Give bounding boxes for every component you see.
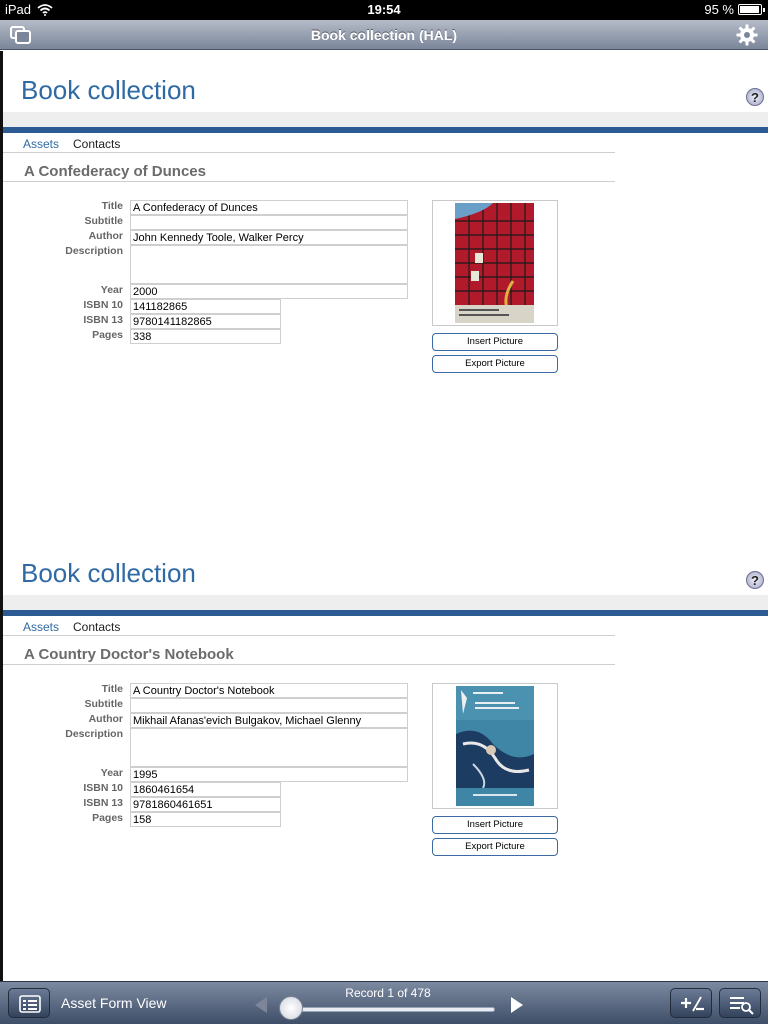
help-icon[interactable]: ? xyxy=(746,88,764,106)
record-card: Book collection ? Assets Contacts A Coun… xyxy=(3,534,768,981)
pages-label: Pages xyxy=(92,812,123,824)
title-field[interactable]: A Confederacy of Dunces xyxy=(130,200,408,215)
isbn13-field[interactable]: 9780141182865 xyxy=(130,314,281,329)
navigation-bar: Book collection (HAL) xyxy=(0,20,768,50)
title-label: Title xyxy=(101,200,123,212)
tab-contacts[interactable]: Contacts xyxy=(73,620,120,634)
tab-contacts[interactable]: Contacts xyxy=(73,137,120,151)
next-arrow-icon[interactable] xyxy=(509,996,525,1014)
isbn13-label: ISBN 13 xyxy=(83,797,123,809)
author-field[interactable]: Mikhail Afanas'evich Bulgakov, Michael G… xyxy=(130,713,408,728)
status-right: 95 % xyxy=(704,2,765,17)
asset-title: A Country Doctor's Notebook xyxy=(24,646,234,663)
subtitle-label: Subtitle xyxy=(84,698,124,710)
add-delete-record-button[interactable] xyxy=(670,988,712,1018)
battery-percent: 95 % xyxy=(704,2,734,17)
title-label: Title xyxy=(101,683,123,695)
app-root: iPad 19:54 95 % Book collection (HAL) Bo… xyxy=(0,0,768,1024)
subtitle-field[interactable] xyxy=(130,215,408,230)
pages-label: Pages xyxy=(92,329,123,341)
battery-level xyxy=(740,6,759,13)
insert-picture-button[interactable]: Insert Picture xyxy=(432,333,558,351)
book-cover-image xyxy=(456,686,534,806)
records-scroll-area[interactable]: Book collection ? Assets Contacts A Conf… xyxy=(0,51,768,981)
divider xyxy=(3,181,615,182)
description-label: Description xyxy=(65,728,123,740)
asset-title: A Confederacy of Dunces xyxy=(24,163,206,180)
description-field[interactable] xyxy=(130,728,408,767)
list-view-button[interactable] xyxy=(8,988,50,1018)
tab-assets[interactable]: Assets xyxy=(23,620,59,634)
tab-assets[interactable]: Assets xyxy=(23,137,59,151)
book-cover-image xyxy=(455,203,534,323)
insert-picture-button[interactable]: Insert Picture xyxy=(432,816,558,834)
year-label: Year xyxy=(100,767,123,779)
isbn13-field[interactable]: 9781860461651 xyxy=(130,797,281,812)
cover-picture[interactable] xyxy=(432,683,558,809)
status-bar: iPad 19:54 95 % xyxy=(0,0,768,20)
find-records-button[interactable] xyxy=(719,988,761,1018)
export-picture-button[interactable]: Export Picture xyxy=(432,355,558,373)
subtitle-label: Subtitle xyxy=(84,215,124,227)
description-label: Description xyxy=(65,245,123,257)
plus-minus-icon xyxy=(681,996,704,1012)
gear-icon[interactable] xyxy=(736,24,758,46)
tab-bar: Assets Contacts xyxy=(3,133,615,153)
author-label: Author xyxy=(88,713,123,725)
search-list-icon xyxy=(730,997,754,1015)
record-slider[interactable] xyxy=(285,1007,495,1012)
prev-arrow-icon[interactable] xyxy=(253,996,269,1014)
tab-bar: Assets Contacts xyxy=(3,616,615,636)
record-counter: Record 1 of 478 xyxy=(345,986,431,1000)
collection-title: Book collection xyxy=(21,558,196,588)
nav-title: Book collection (HAL) xyxy=(310,27,458,43)
isbn10-field[interactable]: 141182865 xyxy=(130,299,281,314)
record-slider-thumb[interactable] xyxy=(279,996,303,1020)
cover-picture[interactable] xyxy=(432,200,558,326)
isbn10-label: ISBN 10 xyxy=(83,782,123,794)
status-time: 19:54 xyxy=(367,2,401,17)
subtitle-field[interactable] xyxy=(130,698,408,713)
year-field[interactable]: 2000 xyxy=(130,284,408,299)
author-field[interactable]: John Kennedy Toole, Walker Percy xyxy=(130,230,408,245)
view-name-label: Asset Form View xyxy=(61,995,167,1011)
pages-field[interactable]: 338 xyxy=(130,329,281,344)
isbn10-field[interactable]: 1860461654 xyxy=(130,782,281,797)
header-band xyxy=(3,595,768,610)
record-card: Book collection ? Assets Contacts A Conf… xyxy=(3,51,768,534)
title-field[interactable]: A Country Doctor's Notebook xyxy=(130,683,408,698)
description-field[interactable] xyxy=(130,245,408,284)
collection-title: Book collection xyxy=(21,75,196,105)
header-band xyxy=(3,112,768,127)
year-label: Year xyxy=(100,284,123,296)
author-label: Author xyxy=(88,230,123,242)
divider xyxy=(3,664,615,665)
isbn13-label: ISBN 13 xyxy=(83,314,123,326)
bottom-toolbar: Asset Form View Record 1 of 478 xyxy=(0,981,768,1024)
list-icon xyxy=(19,995,41,1013)
battery-icon xyxy=(738,4,765,15)
year-field[interactable]: 1995 xyxy=(130,767,408,782)
export-picture-button[interactable]: Export Picture xyxy=(432,838,558,856)
pages-field[interactable]: 158 xyxy=(130,812,281,827)
help-icon[interactable]: ? xyxy=(746,571,764,589)
isbn10-label: ISBN 10 xyxy=(83,299,123,311)
